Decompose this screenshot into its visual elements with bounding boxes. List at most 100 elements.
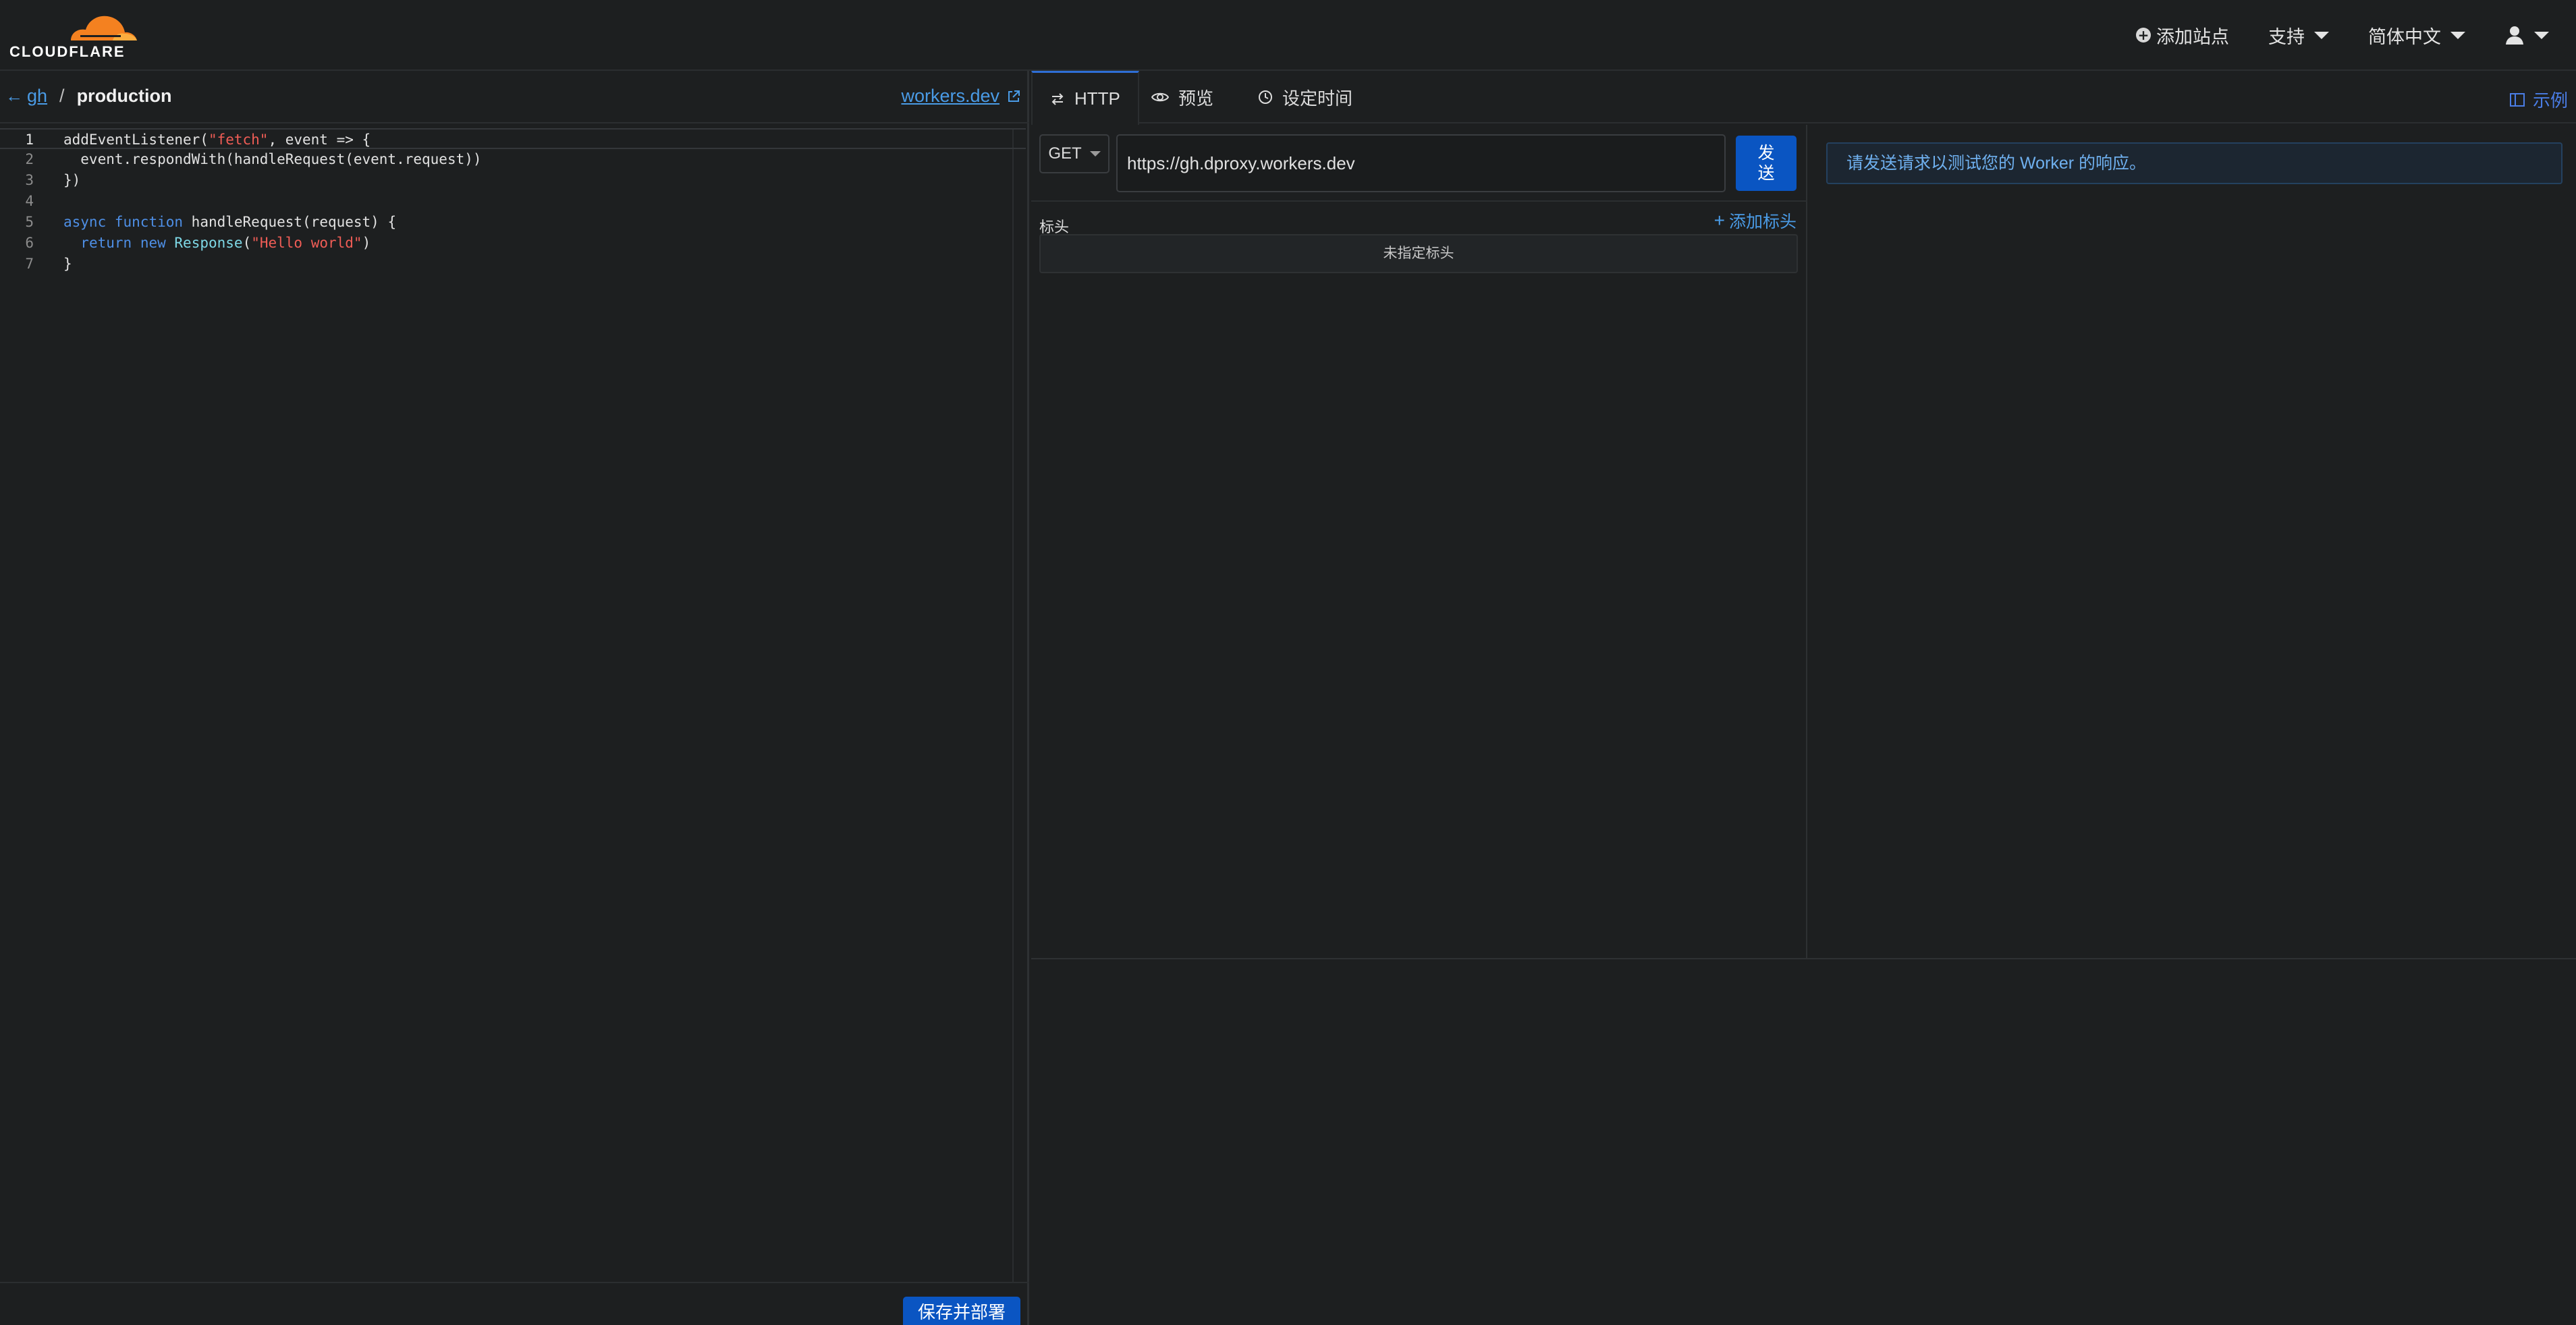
sidebar-panel-icon bbox=[2509, 92, 2525, 107]
user-icon bbox=[2506, 26, 2523, 45]
eye-icon bbox=[1151, 92, 1169, 102]
save-and-deploy-button[interactable]: 保存并部署 bbox=[902, 1297, 1020, 1325]
code-token: new bbox=[140, 235, 166, 251]
line-number: 1 bbox=[25, 132, 34, 148]
line-number: 4 bbox=[25, 193, 34, 209]
request-divider bbox=[1031, 200, 1807, 202]
code-text: return new Response("Hello world") bbox=[63, 233, 371, 254]
devtools-panel bbox=[1031, 958, 2576, 1325]
caret-down-icon bbox=[2534, 31, 2549, 39]
tab-schedule[interactable]: 设定时间 bbox=[1240, 71, 1370, 123]
breadcrumb-parent-link[interactable]: gh bbox=[27, 86, 47, 107]
code-token: "Hello world" bbox=[251, 235, 362, 251]
code-token: }) bbox=[63, 172, 81, 188]
tab-preview[interactable]: 预览 bbox=[1134, 71, 1231, 123]
send-button-char: 送 bbox=[1757, 164, 1775, 183]
code-text: addEventListener("fetch", event => { bbox=[63, 130, 371, 150]
send-button-char: 发 bbox=[1757, 144, 1775, 163]
code-line[interactable]: 3}) bbox=[0, 170, 1026, 191]
code-editor[interactable]: 1 addEventListener("fetch", event => {2 e… bbox=[0, 128, 1029, 1282]
cloud-logo-icon bbox=[71, 16, 137, 40]
cloudflare-logo[interactable]: CLOUDFLARE bbox=[9, 11, 137, 60]
add-header-label: 添加标头 bbox=[1728, 213, 1797, 231]
code-token: } bbox=[63, 256, 72, 272]
language-menu[interactable]: 简体中文 bbox=[2368, 22, 2465, 49]
editor-footer: 保存并部署 bbox=[0, 1282, 1029, 1325]
code-token: function bbox=[114, 214, 184, 230]
tab-schedule-label: 设定时间 bbox=[1282, 88, 1353, 109]
code-editor-pane: ← gh / production workers.dev 1 addEventL… bbox=[0, 71, 1029, 1325]
code-token: async bbox=[63, 214, 107, 230]
top-navigation: + 添加站点 支持 简体中文 bbox=[2136, 20, 2549, 50]
line-number: 2 bbox=[25, 151, 34, 167]
workers-dev-link[interactable]: workers.dev bbox=[901, 86, 1021, 107]
back-arrow-icon[interactable]: ← bbox=[5, 86, 23, 107]
http-method-value: GET bbox=[1048, 144, 1082, 163]
line-number: 6 bbox=[25, 235, 34, 251]
editor-scroll-guide bbox=[1012, 128, 1014, 1282]
http-method-select[interactable]: GET bbox=[1039, 134, 1109, 173]
code-token: "fetch" bbox=[208, 132, 269, 148]
caret-down-icon bbox=[1089, 151, 1101, 157]
no-headers-placeholder: 未指定标头 bbox=[1039, 234, 1798, 273]
breadcrumb: ← gh / production bbox=[5, 86, 172, 107]
code-text: }) bbox=[63, 170, 80, 191]
code-token: Response bbox=[174, 235, 243, 251]
send-button[interactable]: 发送 bbox=[1736, 136, 1797, 191]
user-menu[interactable] bbox=[2504, 25, 2549, 45]
workers-dev-link-label: workers.dev bbox=[901, 86, 999, 106]
language-label: 简体中文 bbox=[2368, 26, 2441, 47]
code-text: event.respondWith(handleRequest(event.re… bbox=[63, 149, 482, 170]
response-notice: 请发送请求以测试您的 Worker 的响应。 bbox=[1826, 142, 2563, 184]
tab-preview-label: 预览 bbox=[1178, 88, 1214, 109]
external-link-icon bbox=[1008, 90, 1020, 102]
add-header-button[interactable]: + 添加标头 bbox=[1714, 208, 1797, 233]
line-number: 5 bbox=[25, 214, 34, 230]
examples-toggle[interactable]: 示例 bbox=[2509, 87, 2568, 112]
add-site-label: 添加站点 bbox=[2156, 26, 2229, 47]
code-line[interactable]: 6 return new Response("Hello world") bbox=[0, 233, 1026, 254]
caret-down-icon bbox=[2314, 31, 2329, 39]
code-line[interactable]: 5 async function handleRequest(request) { bbox=[0, 212, 1026, 233]
plus-circle-icon: + bbox=[2136, 28, 2151, 43]
caret-down-icon bbox=[2450, 31, 2465, 39]
response-panel: 请发送请求以测试您的 Worker 的响应。 bbox=[1809, 125, 2576, 958]
support-label: 支持 bbox=[2268, 26, 2305, 47]
code-line[interactable]: 2 event.respondWith(handleRequest(event.… bbox=[0, 149, 1026, 170]
plus-icon: + bbox=[1714, 210, 1725, 231]
tab-http-label: HTTP bbox=[1074, 88, 1120, 109]
clock-icon bbox=[1259, 90, 1272, 104]
code-token: handleRequest(request) { bbox=[183, 214, 397, 230]
support-menu[interactable]: 支持 bbox=[2268, 22, 2329, 49]
examples-label: 示例 bbox=[2532, 90, 2568, 111]
code-text: async function handleRequest(request) { bbox=[63, 212, 396, 233]
code-token: ) bbox=[362, 235, 371, 251]
code-token: addEventListener( bbox=[63, 132, 209, 148]
code-line[interactable]: 4 bbox=[0, 191, 1026, 212]
top-header: CLOUDFLARE + 添加站点 支持 简体中文 bbox=[0, 0, 2576, 71]
preview-tab-bar: HTTP 预览 设定时间 示例 bbox=[1031, 71, 2576, 125]
breadcrumb-separator: / bbox=[59, 86, 65, 106]
add-site-button[interactable]: + 添加站点 bbox=[2136, 22, 2229, 49]
code-line[interactable]: 7} bbox=[0, 254, 1026, 275]
tab-http[interactable]: HTTP bbox=[1031, 71, 1139, 125]
preview-pane: HTTP 预览 设定时间 示例 GET https://gh.dproxy.wo… bbox=[1031, 71, 2576, 1325]
breadcrumb-current: production bbox=[76, 86, 172, 106]
code-text: } bbox=[63, 254, 72, 275]
code-line[interactable]: 1 addEventListener("fetch", event => { bbox=[0, 128, 1026, 149]
request-panel: GET https://gh.dproxy.workers.dev 发送 标头 … bbox=[1031, 125, 1807, 958]
swap-arrows-icon bbox=[1051, 92, 1064, 105]
code-token: , event => { bbox=[268, 132, 371, 148]
code-token: return bbox=[80, 235, 132, 251]
request-url-input[interactable]: https://gh.dproxy.workers.dev bbox=[1116, 134, 1726, 192]
code-token: event.respondWith(handleRequest(event.re… bbox=[63, 151, 482, 167]
line-number: 3 bbox=[25, 172, 34, 188]
line-number: 7 bbox=[25, 256, 34, 272]
editor-header: ← gh / production workers.dev bbox=[0, 71, 1029, 123]
code-token: ( bbox=[242, 235, 252, 251]
logo-wordmark: CLOUDFLARE bbox=[9, 43, 126, 60]
